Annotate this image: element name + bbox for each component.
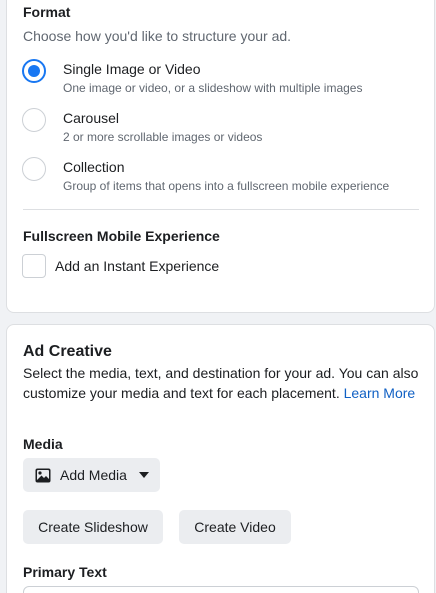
chevron-down-icon xyxy=(138,472,149,478)
primary-text-label: Primary Text xyxy=(23,564,107,580)
ad-creative-description: Select the media, text, and destination … xyxy=(23,363,423,403)
radio-label: Collection xyxy=(63,159,125,175)
radio-collection[interactable]: Collection Group of items that opens int… xyxy=(22,157,422,197)
checkbox-icon[interactable] xyxy=(22,254,46,278)
add-media-label: Add Media xyxy=(60,467,127,483)
image-icon xyxy=(35,468,51,482)
create-video-button[interactable]: Create Video xyxy=(179,510,291,544)
primary-text-input[interactable] xyxy=(23,586,419,593)
radio-description: Group of items that opens into a fullscr… xyxy=(63,179,390,193)
format-title: Format xyxy=(23,4,71,20)
ad-creative-title: Ad Creative xyxy=(23,343,112,360)
create-slideshow-button[interactable]: Create Slideshow xyxy=(23,510,163,544)
media-label: Media xyxy=(23,436,63,452)
checkbox-label: Add an Instant Experience xyxy=(55,258,220,274)
radio-label: Single Image or Video xyxy=(63,61,201,77)
radio-description: One image or video, or a slideshow with … xyxy=(63,81,363,95)
radio-label: Carousel xyxy=(63,110,120,126)
learn-more-link[interactable]: Learn More xyxy=(344,385,416,401)
section-divider xyxy=(23,209,419,210)
instant-experience-checkbox-row[interactable]: Add an Instant Experience xyxy=(22,254,272,280)
format-subtitle: Choose how you'd like to structure your … xyxy=(23,28,292,44)
fullscreen-title: Fullscreen Mobile Experience xyxy=(23,228,220,244)
radio-description: 2 or more scrollable images or videos xyxy=(63,130,263,144)
radio-selected-icon[interactable] xyxy=(22,59,46,83)
radio-single-image-or-video[interactable]: Single Image or Video One image or video… xyxy=(22,59,422,99)
radio-unselected-icon[interactable] xyxy=(22,157,46,181)
radio-carousel[interactable]: Carousel 2 or more scrollable images or … xyxy=(22,108,422,148)
add-media-button[interactable]: Add Media xyxy=(23,458,160,492)
radio-unselected-icon[interactable] xyxy=(22,108,46,132)
